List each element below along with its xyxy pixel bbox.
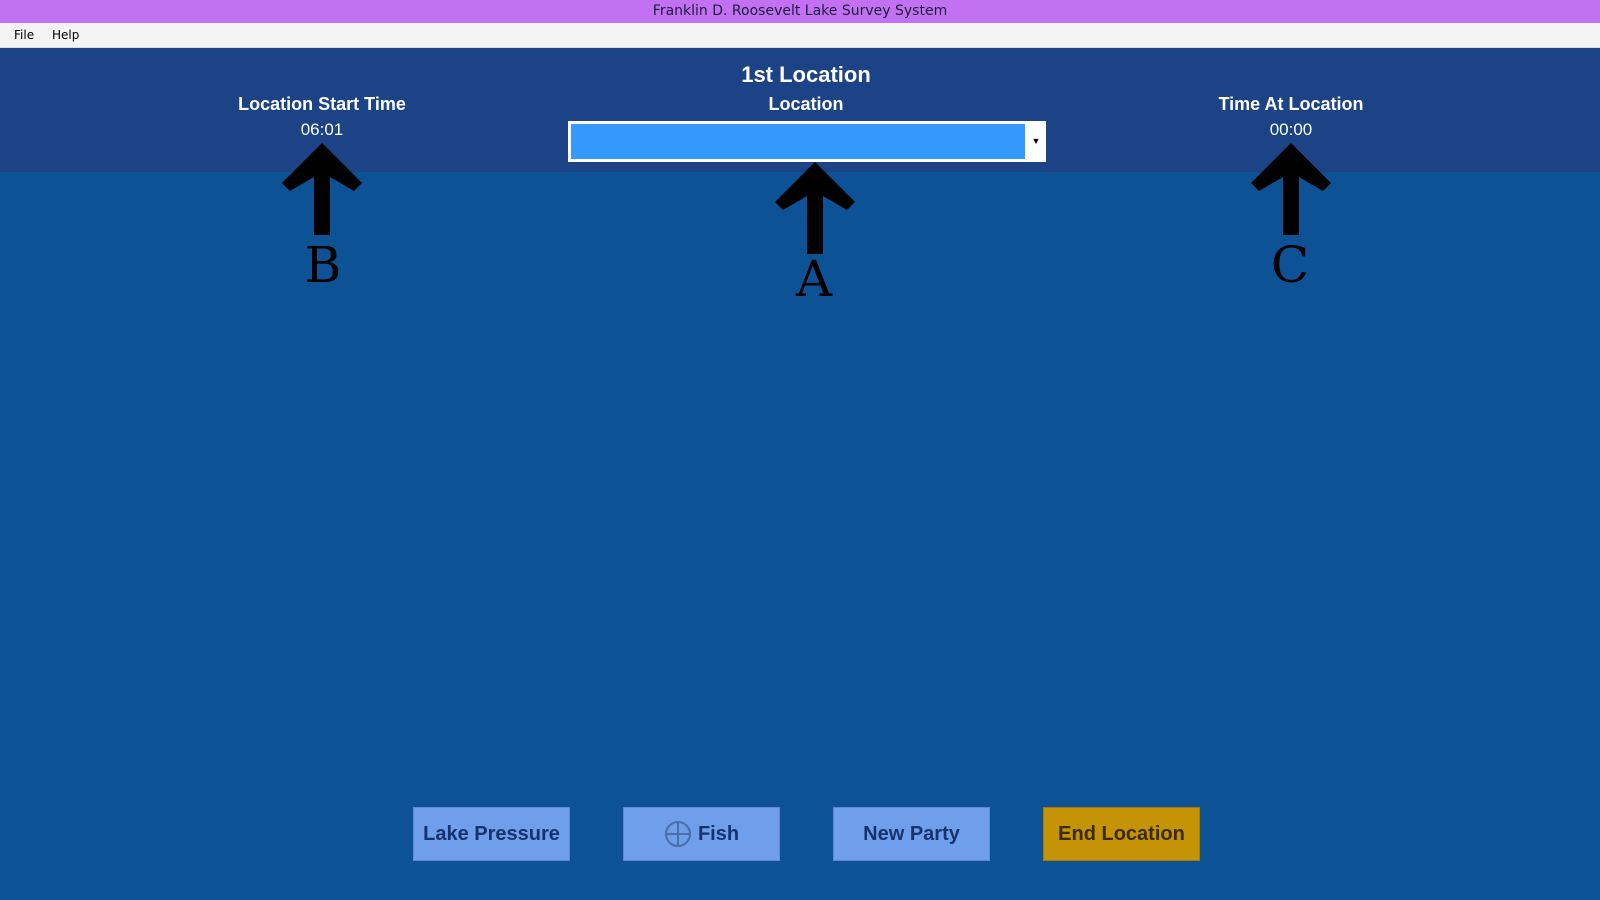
annotation-letter-c: C <box>1270 236 1310 294</box>
start-time-value: 06:01 <box>300 120 344 139</box>
plus-circle-icon <box>664 820 692 848</box>
fish-button[interactable]: Fish <box>623 807 780 861</box>
fish-label: Fish <box>697 822 740 845</box>
window-title: Franklin D. Roosevelt Lake Survey System <box>0 0 1600 23</box>
lake-pressure-label: Lake Pressure <box>423 822 560 845</box>
dropdown-arrow-icon[interactable]: ▼ <box>1026 121 1046 162</box>
menu-bar: File Help <box>0 23 1600 48</box>
time-at-location-label: Time At Location <box>1218 94 1364 114</box>
lake-pressure-button[interactable]: Lake Pressure <box>413 807 570 861</box>
end-location-label: End Location <box>1058 822 1185 845</box>
location-label: Location <box>768 94 844 114</box>
annotation-letter-a: A <box>795 250 833 308</box>
up-arrow-icon <box>775 162 855 254</box>
location-dropdown[interactable]: ▼ <box>568 121 1046 162</box>
location-dropdown-field[interactable] <box>571 124 1025 159</box>
up-arrow-icon <box>1251 143 1331 235</box>
menu-file[interactable]: File <box>14 23 34 47</box>
new-party-button[interactable]: New Party <box>833 807 990 861</box>
up-arrow-icon <box>282 143 362 235</box>
menu-help[interactable]: Help <box>52 23 79 47</box>
start-time-label: Location Start Time <box>238 94 406 114</box>
time-at-location-value: 00:00 <box>1269 120 1313 139</box>
end-location-button[interactable]: End Location <box>1043 807 1200 861</box>
page-title: 1st Location <box>741 62 871 87</box>
new-party-label: New Party <box>863 822 960 845</box>
annotation-letter-b: B <box>304 236 342 294</box>
